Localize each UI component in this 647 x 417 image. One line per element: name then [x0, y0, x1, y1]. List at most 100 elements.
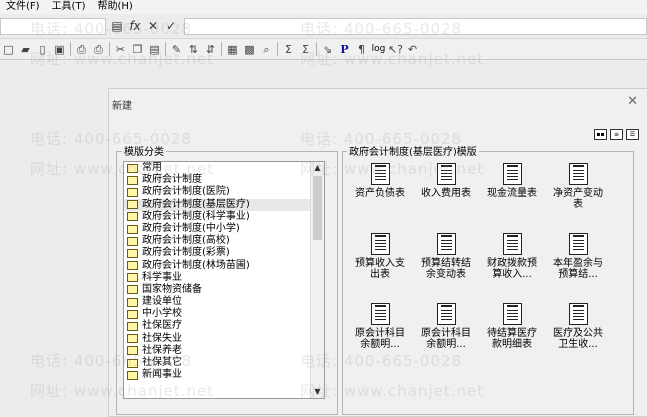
category-list[interactable]: 常用 政府会计制度 政府会计制度(医院) 政府会计制度(基层医疗) 政府会计制度(科学事…	[123, 161, 325, 399]
sort-desc-icon[interactable]: ⇵	[202, 41, 219, 58]
list-scrollbar[interactable]: ▲ ▼	[310, 162, 324, 398]
template-group-label: 政府会计制度(基层医疗)模版	[347, 143, 479, 158]
template-item[interactable]: 预算收入支 出表	[349, 233, 411, 280]
category-label: 社保医疗	[142, 320, 182, 332]
category-item[interactable]: 政府会计制度(科学事业)	[124, 211, 324, 223]
separator	[109, 42, 110, 56]
folder-icon	[127, 224, 138, 234]
table-icon[interactable]: ▩	[241, 41, 258, 58]
cancel-icon[interactable]: ✕	[146, 19, 160, 33]
document-icon	[436, 303, 456, 325]
template-label: 净资产变动	[553, 188, 603, 199]
copy-icon[interactable]: ❐	[129, 41, 146, 58]
document-icon	[502, 163, 522, 185]
template-item[interactable]: 本年盈余与 预算结...	[547, 233, 609, 280]
confirm-icon[interactable]: ✓	[164, 19, 178, 33]
document-icon	[370, 163, 390, 185]
template-item[interactable]: 净资产变动表	[547, 163, 609, 210]
category-item[interactable]: 科学事业	[124, 272, 324, 284]
template-label: 款明细表	[492, 339, 532, 350]
folder-icon	[127, 212, 138, 222]
page-icon[interactable]: ▯	[34, 41, 51, 58]
template-item[interactable]: 收入费用表	[415, 163, 477, 199]
scroll-thumb[interactable]	[313, 176, 322, 240]
document-icon	[568, 233, 588, 255]
template-item[interactable]: 待结算医疗 款明细表	[481, 303, 543, 350]
scroll-down-icon[interactable]: ▼	[311, 386, 324, 398]
chart-icon[interactable]: ⇘	[319, 41, 336, 58]
menu-tools[interactable]: 工具(T)	[46, 0, 92, 14]
category-item[interactable]: 社保其它	[124, 357, 324, 369]
category-label: 政府会计制度	[142, 174, 202, 186]
category-item[interactable]: 政府会计制度	[124, 174, 324, 186]
template-item[interactable]: 现金流量表	[481, 163, 543, 199]
document-icon	[502, 233, 522, 255]
format-painter-icon[interactable]: ✎	[168, 41, 185, 58]
template-label: 现金流量表	[487, 188, 537, 199]
print-icon[interactable]: ⎙	[90, 41, 107, 58]
category-item[interactable]: 常用	[124, 162, 324, 174]
paste-icon[interactable]: ▤	[146, 41, 163, 58]
sort-icon[interactable]: ⇅	[185, 41, 202, 58]
category-item[interactable]: 政府会计制度(彩票)	[124, 247, 324, 259]
category-label: 社保失业	[142, 332, 182, 344]
save-icon[interactable]: ▣	[51, 41, 68, 58]
menu-file[interactable]: 文件(F)	[0, 0, 46, 14]
sum-icon[interactable]: Σ	[280, 41, 297, 58]
category-item[interactable]: 政府会计制度(基层医疗)	[124, 198, 324, 211]
category-item[interactable]: 社保养老	[124, 345, 324, 357]
category-label: 政府会计制度(彩票)	[142, 247, 230, 259]
script-icon[interactable]: ¶	[353, 41, 370, 58]
category-item[interactable]: 社保医疗	[124, 320, 324, 332]
open-icon[interactable]: ▰	[17, 41, 34, 58]
template-label: 卫生收...	[558, 339, 598, 350]
function-icon[interactable]: fx	[128, 19, 142, 33]
cut-icon[interactable]: ✂	[112, 41, 129, 58]
undo-icon[interactable]: ↶	[404, 41, 421, 58]
category-item[interactable]: 中小学校	[124, 308, 324, 320]
toolbar: □ ▰ ▯ ▣ ⎙ ⎙ ✂ ❐ ▤ ✎ ⇅ ⇵ ▦ ▩ ⌕ Σ Σ ⇘ P ¶ …	[0, 38, 647, 60]
category-label: 政府会计制度(中小学)	[142, 222, 240, 234]
folder-icon	[127, 346, 138, 356]
template-item[interactable]: 原会计科目 余额明...	[349, 303, 411, 350]
folder-icon	[127, 187, 138, 197]
template-item[interactable]: 医疗及公共 卫生收...	[547, 303, 609, 350]
category-item[interactable]: 政府会计制度(医院)	[124, 186, 324, 198]
folder-icon	[127, 163, 138, 173]
category-item[interactable]: 社保失业	[124, 333, 324, 345]
formula-input[interactable]	[184, 17, 647, 35]
detail-view-icon[interactable]: ☰	[626, 129, 639, 140]
sum-row-icon[interactable]: Σ	[297, 41, 314, 58]
close-icon[interactable]: ✕	[627, 94, 638, 109]
folder-icon	[127, 334, 138, 344]
new-icon[interactable]: □	[0, 41, 17, 58]
log-button[interactable]: log	[370, 41, 387, 58]
find-icon[interactable]: ⌕	[258, 41, 275, 58]
template-item[interactable]: 资产负债表	[349, 163, 411, 199]
category-label: 科学事业	[142, 271, 182, 283]
p-icon[interactable]: P	[336, 41, 353, 58]
category-item[interactable]: 政府会计制度(中小学)	[124, 223, 324, 235]
document-icon	[370, 233, 390, 255]
category-item[interactable]: 国家物资储备	[124, 284, 324, 296]
menu-bar: 文件(F) 工具(T) 帮助(H)	[0, 0, 647, 14]
function-list-icon[interactable]: ▤	[110, 19, 124, 33]
scroll-up-icon[interactable]: ▲	[311, 162, 324, 174]
help-pointer-icon[interactable]: ↖?	[387, 41, 404, 58]
category-item[interactable]: 建设单位	[124, 296, 324, 308]
template-item[interactable]: 财政拨款预 算收入...	[481, 233, 543, 280]
category-item[interactable]: 新闻事业	[124, 369, 324, 381]
print-preview-icon[interactable]: ⎙	[73, 41, 90, 58]
list-view-icon[interactable]: ≡	[610, 129, 623, 140]
large-icons-view-icon[interactable]: ▪▪	[594, 129, 607, 140]
grid-icon[interactable]: ▦	[224, 41, 241, 58]
category-label: 政府会计制度(医院)	[142, 186, 230, 198]
category-item[interactable]: 政府会计制度(林场苗圃)	[124, 260, 324, 272]
template-item[interactable]: 原会计科目 余额明...	[415, 303, 477, 350]
template-label: 预算结转结	[421, 258, 471, 269]
category-item[interactable]: 政府会计制度(高校)	[124, 235, 324, 247]
cell-name-box[interactable]	[0, 17, 106, 35]
template-item[interactable]: 预算结转结 余变动表	[415, 233, 477, 280]
dialog-title: 新建	[112, 101, 132, 112]
menu-help[interactable]: 帮助(H)	[91, 0, 138, 14]
